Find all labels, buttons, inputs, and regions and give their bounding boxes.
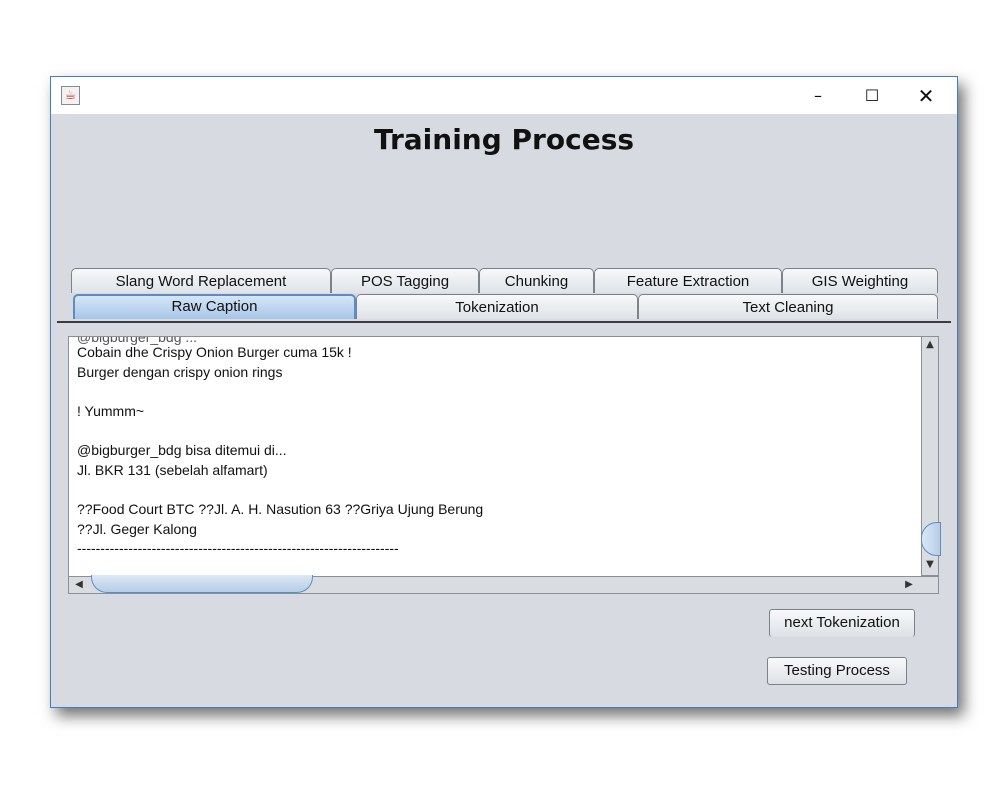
vertical-scroll-thumb[interactable] (921, 522, 941, 556)
scroll-up-arrow-icon[interactable]: ▲ (922, 339, 938, 350)
text-line: ??Jl. Geger Kalong (77, 521, 197, 537)
testing-process-button[interactable]: Testing Process (767, 657, 907, 685)
text-line: Burger dengan crispy onion rings (77, 364, 283, 380)
scroll-right-arrow-icon[interactable]: ▶ (901, 579, 917, 590)
tab-slang-word-replacement[interactable]: Slang Word Replacement (71, 268, 331, 293)
tab-gis-weighting[interactable]: GIS Weighting (782, 268, 938, 293)
horizontal-scrollbar[interactable]: ◀ ▶ (68, 575, 939, 594)
tab-chunking[interactable]: Chunking (479, 268, 594, 293)
text-line: ??Food Court BTC ??Jl. A. H. Nasution 63… (77, 501, 484, 517)
vertical-scrollbar[interactable]: ▲ ▼ (921, 336, 941, 576)
minimize-button[interactable]: – (795, 77, 841, 114)
close-button[interactable]: ✕ (903, 77, 949, 114)
maximize-button[interactable]: ☐ (849, 77, 895, 114)
tab-tokenization[interactable]: Tokenization (356, 294, 638, 319)
java-cup-icon: ☕ (61, 86, 80, 105)
scroll-down-arrow-icon[interactable]: ▼ (922, 559, 938, 570)
application-window: ☕ – ☐ ✕ Training Process Slang Word Repl… (50, 76, 958, 708)
text-line: Cobain dhe Crispy Onion Burger cuma 15k … (77, 344, 352, 360)
tab-raw-caption[interactable]: Raw Caption (73, 294, 356, 319)
tab-divider (57, 321, 951, 323)
text-line: Jl. BKR 131 (sebelah alfamart) (77, 462, 268, 478)
next-tokenization-button[interactable]: next Tokenization (769, 609, 915, 637)
tab-feature-extraction[interactable]: Feature Extraction (594, 268, 782, 293)
scroll-left-arrow-icon[interactable]: ◀ (71, 579, 87, 590)
tab-text-cleaning[interactable]: Text Cleaning (638, 294, 938, 319)
text-line: @bigburger_bdg bisa ditemui di... (77, 442, 287, 458)
text-line: ! Yummm~ (77, 403, 145, 419)
horizontal-scroll-thumb[interactable] (91, 575, 313, 593)
page-title: Training Process (373, 123, 635, 156)
title-bar: ☕ – ☐ ✕ (51, 77, 957, 114)
raw-caption-text-area[interactable]: @bigburger_bdg ... Cobain dhe Crispy Oni… (68, 336, 923, 578)
text-line: ----------------------------------------… (77, 540, 399, 556)
tab-pos-tagging[interactable]: POS Tagging (331, 268, 479, 293)
